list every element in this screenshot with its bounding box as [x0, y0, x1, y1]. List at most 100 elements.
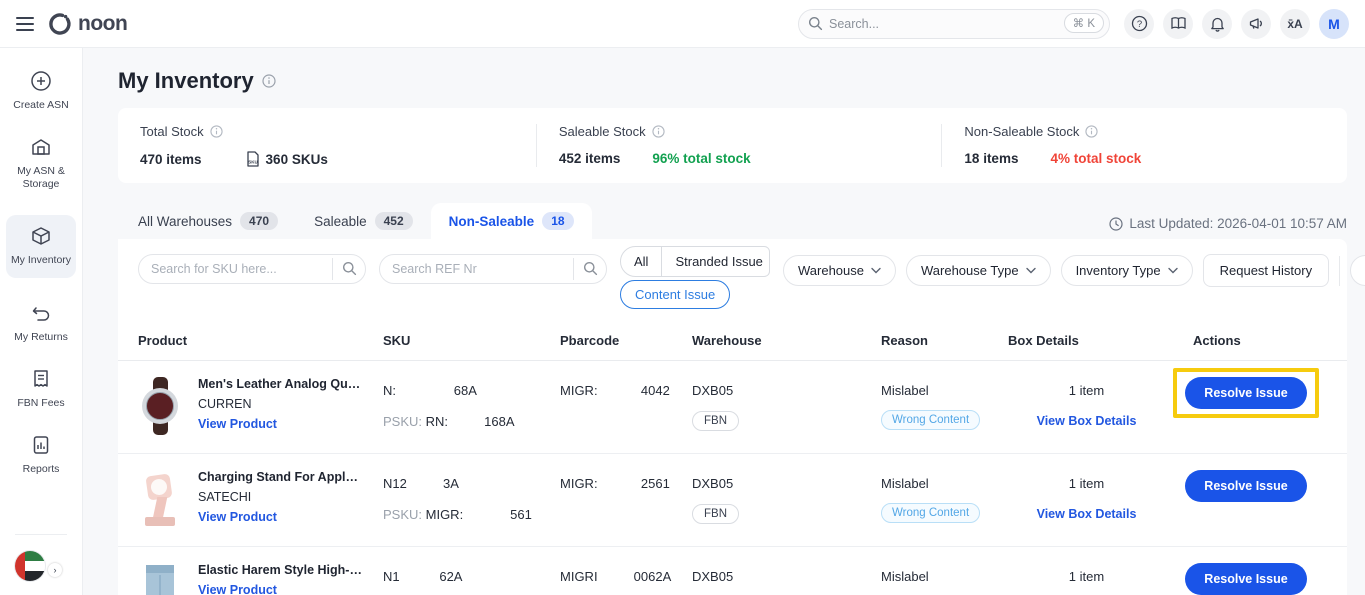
chevron-down-icon: [871, 267, 881, 274]
page-title: My Inventory: [118, 68, 254, 94]
tab-all-warehouses[interactable]: All Warehouses 470: [120, 203, 296, 239]
wrong-content-badge: Wrong Content: [881, 410, 980, 430]
sidebar-item-my-inventory[interactable]: My Inventory: [6, 215, 76, 277]
sku-value: N1 62A: [383, 563, 560, 584]
plus-circle-icon: [30, 70, 52, 92]
pbarcode-value: MIGR: 4042: [560, 377, 692, 398]
pbarcode-value: MIGR: 2561: [560, 470, 692, 491]
svg-text:?: ?: [1136, 19, 1141, 30]
warehouse-value: DXB05: [692, 470, 881, 491]
saleable-percent: 96% total stock: [652, 151, 750, 166]
chevron-right-icon[interactable]: ›: [48, 563, 62, 577]
highlight-box: Resolve Issue: [1173, 368, 1318, 418]
tab-saleable[interactable]: Saleable 452: [296, 203, 431, 239]
resolve-issue-button[interactable]: Resolve Issue: [1185, 470, 1306, 502]
inventory-card: All Stranded Issue Content Issue Warehou…: [118, 239, 1347, 595]
product-brand: SATECHI: [198, 490, 363, 504]
col-sku: SKU: [383, 333, 560, 348]
stat-total-stock: Total Stock 470 items SKU 360 SKUs: [118, 124, 536, 167]
reason-value: Mislabel: [881, 377, 1008, 398]
box-qty: 1 item: [1008, 377, 1165, 398]
sidebar-divider: [15, 534, 67, 535]
total-skus-value: 360 SKUs: [266, 152, 328, 167]
receipt-icon: [30, 368, 52, 390]
chip-stranded-issue[interactable]: Stranded Issue: [661, 247, 770, 276]
warehouse-tabs: All Warehouses 470 Saleable 452 Non-Sale…: [118, 203, 1347, 239]
fbn-badge: FBN: [692, 411, 739, 431]
psku-value: PSKU: RN: 168A: [383, 414, 560, 429]
sidebar: Create ASN My ASN & Storage My Inventory…: [0, 48, 83, 595]
saleable-items-value: 452 items: [559, 151, 621, 166]
stats-card: Total Stock 470 items SKU 360 SKUs Salea…: [118, 108, 1347, 183]
announcements-megaphone-icon[interactable]: [1241, 9, 1271, 39]
psku-value: PSKU: MIGR: 561: [383, 507, 560, 522]
non-saleable-items-value: 18 items: [964, 151, 1018, 166]
col-pbarcode: Pbarcode: [560, 333, 692, 348]
main-content: My Inventory Total Stock 470 items SKU 3…: [83, 48, 1365, 595]
guide-book-icon[interactable]: [1163, 9, 1193, 39]
user-avatar[interactable]: M: [1319, 9, 1349, 39]
stat-saleable-stock: Saleable Stock 452 items 96% total stock: [536, 124, 942, 167]
info-icon: [652, 125, 665, 138]
hamburger-menu-icon[interactable]: [16, 17, 34, 31]
search-icon[interactable]: [332, 258, 357, 280]
export-button[interactable]: Export: [1350, 255, 1365, 286]
fbn-badge: FBN: [692, 504, 739, 524]
view-box-details-link[interactable]: View Box Details: [1037, 414, 1137, 428]
issue-filter-chips: All Stranded Issue Content Issue: [620, 246, 770, 309]
col-warehouse: Warehouse: [692, 333, 881, 348]
search-icon[interactable]: [573, 258, 598, 280]
col-actions: Actions: [1165, 333, 1327, 348]
help-icon[interactable]: ?: [1124, 9, 1154, 39]
sku-file-icon: SKU: [246, 151, 260, 167]
request-history-button[interactable]: Request History: [1203, 254, 1329, 287]
report-icon: [30, 434, 52, 456]
tab-count-badge: 18: [542, 212, 573, 230]
sidebar-item-create-asn[interactable]: Create ASN: [6, 70, 76, 112]
table-row: Charging Stand For Apple Wa... SATECHI V…: [118, 454, 1347, 547]
resolve-issue-button[interactable]: Resolve Issue: [1185, 377, 1306, 409]
notifications-bell-icon[interactable]: [1202, 9, 1232, 39]
view-product-link[interactable]: View Product: [198, 510, 363, 524]
chevron-down-icon: [1026, 267, 1036, 274]
warehouse-type-dropdown[interactable]: Warehouse Type: [906, 255, 1051, 286]
sidebar-item-reports[interactable]: Reports: [6, 434, 76, 476]
resolve-issue-button[interactable]: Resolve Issue: [1185, 563, 1306, 595]
reason-value: Mislabel: [881, 470, 1008, 491]
non-saleable-percent: 4% total stock: [1050, 151, 1141, 166]
col-product: Product: [138, 333, 383, 348]
country-flag-uae[interactable]: [15, 551, 45, 581]
view-product-link[interactable]: View Product: [198, 583, 363, 595]
charging-stand-thumbnail: [138, 470, 182, 528]
warehouse-icon: [30, 136, 52, 158]
inventory-type-dropdown[interactable]: Inventory Type: [1061, 255, 1193, 286]
tab-non-saleable[interactable]: Non-Saleable 18: [431, 203, 592, 239]
table-row: Elastic Harem Style High-Rise... View Pr…: [118, 547, 1347, 595]
noon-logo-text: noon: [78, 12, 127, 36]
cube-icon: [30, 225, 52, 247]
view-box-details-link[interactable]: View Box Details: [1037, 507, 1137, 521]
chip-content-issue[interactable]: Content Issue: [620, 280, 730, 309]
tab-count-badge: 452: [375, 212, 413, 230]
language-translate-icon[interactable]: x̄A: [1280, 9, 1310, 39]
jeans-thumbnail: [138, 563, 182, 595]
pbarcode-value: MIGRI 0062A: [560, 563, 692, 584]
stat-non-saleable-stock: Non-Saleable Stock 18 items 4% total sto…: [941, 124, 1347, 167]
chip-all[interactable]: All: [621, 247, 661, 276]
reason-value: Mislabel: [881, 563, 1008, 584]
product-name: Charging Stand For Apple Wa...: [198, 470, 363, 484]
watch-thumbnail: [138, 377, 182, 435]
view-product-link[interactable]: View Product: [198, 417, 363, 431]
warehouse-dropdown[interactable]: Warehouse: [783, 255, 896, 286]
box-qty: 1 item: [1008, 563, 1165, 584]
last-updated: Last Updated: 2026-04-01 10:57 AM: [1109, 216, 1347, 239]
ref-search: [379, 254, 607, 284]
sidebar-item-my-asn-storage[interactable]: My ASN & Storage: [6, 136, 76, 191]
col-box-details: Box Details: [1008, 333, 1165, 348]
noon-logo: noon: [48, 12, 127, 36]
sidebar-item-fbn-fees[interactable]: FBN Fees: [6, 368, 76, 410]
svg-text:SKU: SKU: [248, 160, 258, 165]
sidebar-item-my-returns[interactable]: My Returns: [6, 302, 76, 344]
chevron-down-icon: [1168, 267, 1178, 274]
noon-logo-icon: [48, 12, 72, 36]
